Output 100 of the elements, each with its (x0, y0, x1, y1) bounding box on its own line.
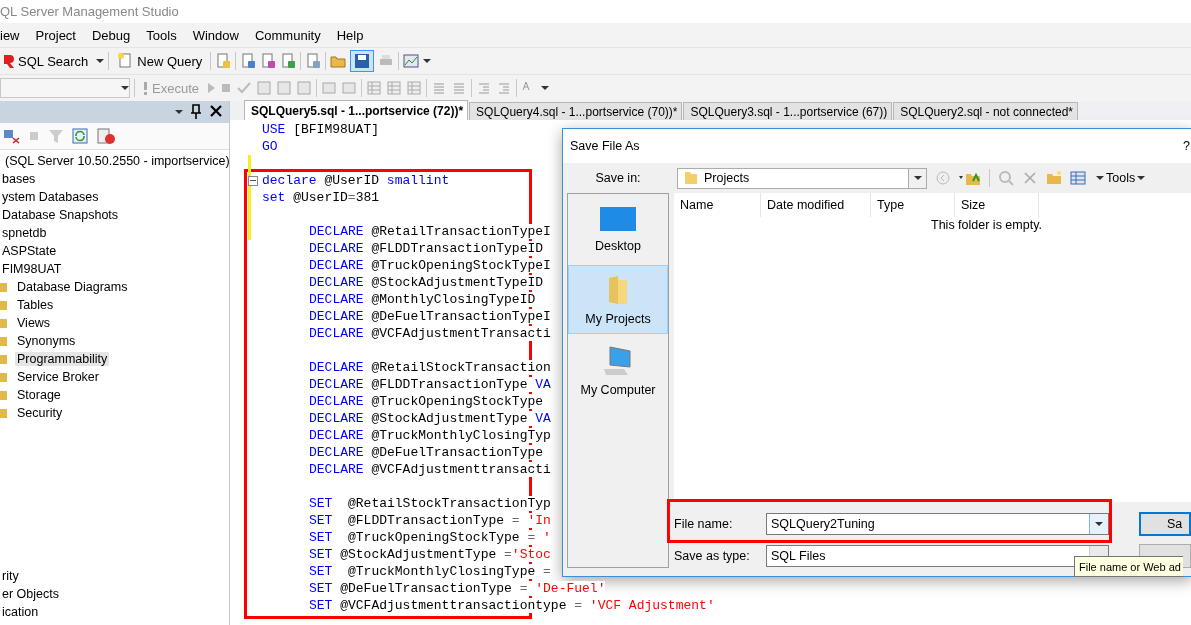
tree-item[interactable]: Database Diagrams (15, 280, 130, 294)
chart-icon[interactable] (403, 53, 420, 69)
menu-item[interactable]: Community (246, 27, 329, 43)
tree-item[interactable]: bases (0, 172, 38, 186)
folder-icon (0, 317, 8, 329)
tree-item[interactable]: rity (0, 569, 21, 583)
folder-icon (0, 389, 8, 401)
folder-icon (0, 371, 8, 383)
pin-icon[interactable] (191, 104, 201, 120)
folder-icon[interactable] (330, 53, 347, 69)
folder-icon (0, 335, 8, 347)
play-icon[interactable] (206, 80, 216, 96)
table-icon[interactable] (406, 80, 422, 96)
document-tab[interactable]: SQLQuery2.sql - not connected* (893, 102, 1078, 120)
lines-icon[interactable] (431, 80, 447, 96)
refresh-icon[interactable] (72, 128, 88, 144)
place-item[interactable]: Desktop (568, 194, 668, 263)
save-button[interactable] (350, 50, 375, 72)
menu-item[interactable]: Tools (138, 27, 185, 43)
search-icon[interactable] (998, 170, 1014, 186)
field-label: Save in: (594, 171, 642, 185)
column-header[interactable]: Type (871, 193, 955, 217)
disconnect-icon[interactable] (4, 128, 20, 144)
tree-item[interactable]: Database Snapshots (0, 208, 121, 222)
outdent-icon[interactable] (476, 80, 492, 96)
menu-item[interactable]: iew (0, 27, 28, 43)
database-query-icon[interactable] (240, 53, 257, 69)
folder-icon (684, 170, 698, 186)
tools-button[interactable]: Tools (1094, 171, 1148, 185)
sql-search-button[interactable]: SQL Search (0, 50, 93, 72)
collapse-icon[interactable] (248, 176, 258, 186)
caret-icon (913, 175, 922, 181)
tree-item[interactable]: Synonyms (15, 334, 78, 348)
script-icon[interactable] (96, 128, 116, 144)
place-item[interactable]: My Projects (568, 265, 668, 334)
tree-item[interactable]: FIM98UAT (0, 262, 64, 276)
dialog-title: Save File As (570, 139, 640, 153)
document-tab[interactable]: SQLQuery4.sql - 1...portservice (70))* (469, 102, 683, 120)
tree-item[interactable]: (SQL Server 10.50.2550 - importservice) (3, 154, 232, 168)
file-name-field[interactable]: SQLQuery2Tuning (766, 513, 1109, 535)
folder-icon (0, 299, 8, 311)
menu-item[interactable]: Project (27, 27, 84, 43)
window-icon[interactable] (341, 80, 357, 96)
folder-icon (606, 273, 630, 306)
empty-message: This folder is empty. (931, 218, 1042, 232)
field-label: File name: (674, 517, 734, 531)
document-icon (117, 53, 134, 69)
column-header[interactable]: Size (955, 193, 1039, 217)
database-dropdown[interactable] (0, 78, 130, 98)
lines-icon[interactable] (451, 80, 467, 96)
document-icon[interactable] (305, 53, 322, 69)
back-icon[interactable] (935, 170, 951, 186)
database-query-icon[interactable] (260, 53, 277, 69)
menu-item[interactable]: Debug (84, 27, 139, 43)
tree-item[interactable]: er Objects (0, 587, 61, 601)
database-query-icon[interactable] (280, 53, 297, 69)
filter-icon[interactable] (48, 128, 64, 144)
document-tab[interactable]: SQLQuery5.sql - 1...portservice (72))* (244, 100, 469, 120)
database-query-icon[interactable] (215, 53, 232, 69)
tree-item[interactable]: ication (0, 605, 41, 619)
tree-item[interactable]: spnetdb (0, 226, 49, 240)
tree-item[interactable]: ystem Databases (0, 190, 101, 204)
delete-icon[interactable] (1022, 170, 1038, 186)
floppy-icon (354, 53, 371, 69)
window-icon[interactable] (276, 80, 292, 96)
caret-icon (121, 85, 129, 91)
column-header[interactable]: Name (674, 193, 761, 217)
folder-icon (0, 281, 8, 293)
folder-icon (0, 407, 8, 419)
tooltip: File name or Web ad (1074, 556, 1183, 577)
overflow-caret-icon (96, 58, 105, 64)
caret-icon (1137, 175, 1146, 181)
tree-item[interactable]: ASPState (0, 244, 59, 258)
menu-item[interactable]: Window (184, 27, 247, 43)
search-logo-icon (4, 53, 14, 69)
help-button[interactable]: ? (1183, 139, 1190, 153)
document-tab[interactable]: SQLQuery3.sql - 1...portservice (67)) (683, 102, 893, 120)
check-icon[interactable] (236, 80, 252, 96)
place-item[interactable]: My Computer (568, 336, 668, 405)
window-title: QL Server Management Studio (0, 4, 179, 19)
table-icon[interactable] (386, 80, 402, 96)
caret-icon (1095, 521, 1103, 527)
tree-item[interactable]: Programmability (15, 352, 110, 366)
view-grid-icon[interactable] (1070, 170, 1086, 186)
save-button[interactable]: Sa (1139, 512, 1191, 536)
tree-item[interactable]: Tables (15, 298, 56, 312)
monitor-icon (598, 204, 638, 233)
new-query-button[interactable]: New Query (113, 50, 207, 72)
tree-item[interactable]: Views (15, 316, 53, 330)
save-in-dropdown[interactable]: Projects (677, 167, 927, 189)
tree-item[interactable]: Storage (15, 388, 63, 402)
new-folder-icon[interactable] (1046, 170, 1062, 186)
table-icon[interactable] (366, 80, 382, 96)
folder-icon (0, 353, 8, 365)
indent-icon[interactable] (496, 80, 512, 96)
menu-item[interactable]: Help (328, 27, 372, 43)
column-header[interactable]: Date modified (761, 193, 871, 217)
tree-item[interactable]: Security (15, 406, 65, 420)
tree-item[interactable]: Service Broker (15, 370, 101, 384)
overflow-caret-icon (423, 58, 432, 64)
